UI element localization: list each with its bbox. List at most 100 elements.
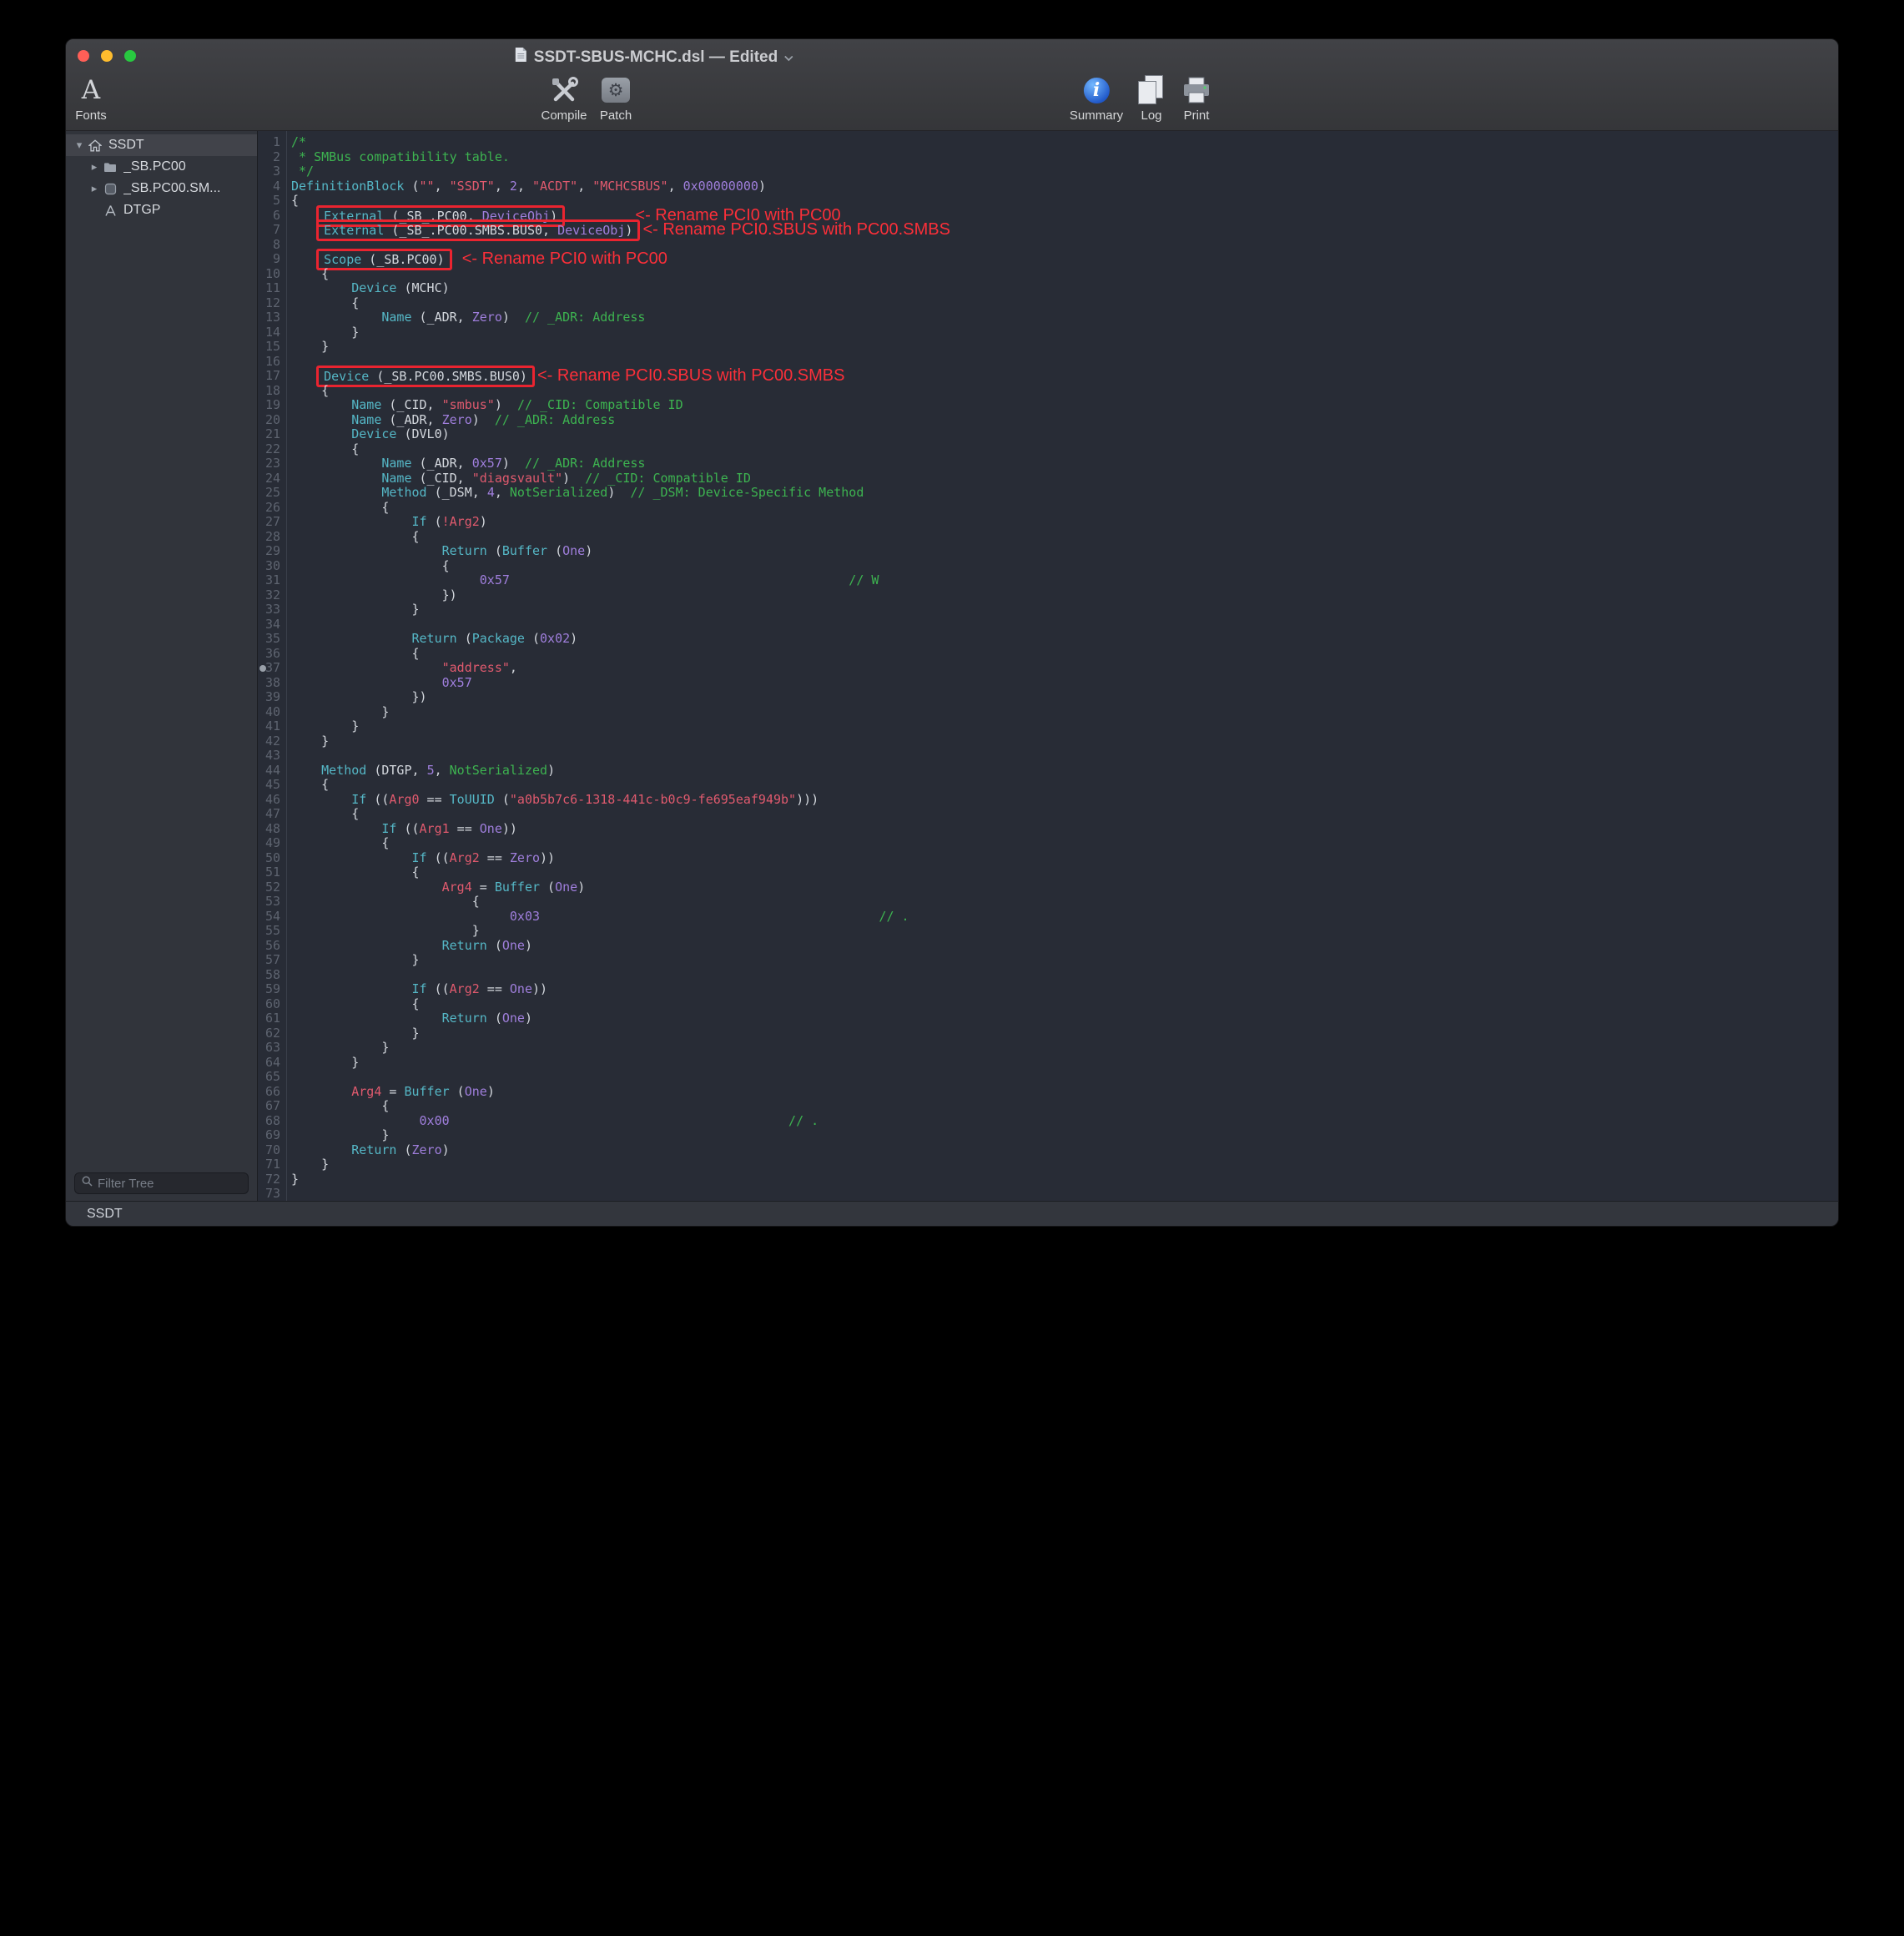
tree-item-SB-PC00-SM[interactable]: ▸_SB.PC00.SM...: [66, 178, 257, 199]
code-token: (: [487, 938, 502, 953]
code-text: Name (_CID, "smbus") // _CID: Compatible…: [286, 398, 683, 413]
code-text: [286, 749, 291, 764]
patch-button[interactable]: ⚙ Patch: [589, 74, 642, 123]
code-token: [291, 543, 442, 558]
tree-item-SSDT[interactable]: ▾SSDT: [66, 134, 257, 156]
disclosure-down-icon[interactable]: ▾: [73, 139, 86, 152]
line-number: 20: [258, 413, 286, 428]
fonts-button[interactable]: A Fonts: [65, 74, 118, 123]
document-icon: [515, 47, 527, 68]
line-number: 62: [258, 1026, 286, 1041]
line-number: 28: [258, 530, 286, 545]
code-text: Scope (_SB.PC00) <- Rename PCI0 with PC0…: [286, 252, 667, 267]
code-line: 69 }: [258, 1128, 1838, 1143]
code-line: 48 If ((Arg1 == One)): [258, 822, 1838, 837]
code-text: Name (_ADR, Zero) // _ADR: Address: [286, 413, 615, 428]
code-token: Name: [351, 397, 381, 412]
code-token: Arg1: [420, 821, 450, 836]
code-token: }: [291, 339, 329, 354]
title-chevron-down-icon[interactable]: [784, 48, 793, 67]
filter-tree-input[interactable]: [98, 1177, 241, 1191]
code-token: {: [291, 500, 389, 515]
code-token: [447, 252, 462, 267]
code-token: !Arg2: [442, 514, 480, 529]
line-number: 34: [258, 618, 286, 633]
code-token: If: [381, 821, 396, 836]
disclosure-right-icon[interactable]: ▸: [88, 160, 101, 174]
print-label: Print: [1184, 108, 1210, 123]
code-text: {: [286, 442, 359, 457]
code-token: ,: [435, 763, 450, 778]
code-token: ((: [427, 850, 450, 865]
code-token: [291, 397, 351, 412]
code-line: 23 Name (_ADR, 0x57) // _ADR: Address: [258, 456, 1838, 471]
code-token: ): [625, 223, 632, 238]
code-text: "address",: [286, 661, 517, 676]
code-line: 18 {: [258, 384, 1838, 399]
code-line: 38 0x57: [258, 676, 1838, 691]
tree-item-SB-PC00[interactable]: ▸_SB.PC00: [66, 156, 257, 178]
code-token: 0x57: [472, 456, 502, 471]
code-token: ): [562, 471, 585, 486]
disclosure-right-icon[interactable]: ▸: [88, 182, 101, 195]
line-number: 39: [258, 690, 286, 705]
line-number: 10: [258, 267, 286, 282]
code-text: 0x03 // .: [286, 910, 909, 925]
line-number: 59: [258, 982, 286, 997]
code-line: 64 }: [258, 1056, 1838, 1071]
code-token: Arg0: [389, 792, 419, 807]
code-text: {: [286, 296, 359, 311]
line-number: 46: [258, 793, 286, 808]
code-token: }: [291, 1127, 389, 1142]
code-text: Device (DVL0): [286, 427, 450, 442]
filter-field[interactable]: [74, 1172, 249, 1194]
method-icon: [101, 204, 119, 217]
code-text: {: [286, 836, 389, 851]
line-number: 68: [258, 1114, 286, 1129]
code-token: {: [291, 441, 359, 456]
code-token: 0x57: [480, 572, 510, 587]
code-token: Zero: [472, 310, 502, 325]
code-line: 63 }: [258, 1041, 1838, 1056]
line-number: 48: [258, 822, 286, 837]
code-editor[interactable]: 1/*2 * SMBus compatibility table.3 */4De…: [258, 131, 1838, 1201]
code-token: Zero: [442, 412, 472, 427]
summary-label: Summary: [1070, 108, 1123, 123]
code-token: // _ADR: Address: [525, 310, 646, 325]
code-token: [291, 850, 412, 865]
code-token: [291, 1113, 420, 1128]
compile-button[interactable]: Compile: [537, 74, 591, 123]
code-token: ): [472, 412, 495, 427]
code-line: 4DefinitionBlock ("", "SSDT", 2, "ACDT",…: [258, 179, 1838, 194]
code-token: }: [291, 602, 420, 617]
summary-button[interactable]: i Summary: [1070, 74, 1123, 123]
print-button[interactable]: Print: [1170, 74, 1223, 123]
code-token: {: [291, 193, 299, 208]
line-number: 56: [258, 939, 286, 954]
line-number: 21: [258, 427, 286, 442]
line-number: 16: [258, 355, 286, 370]
code-token: 0x00: [420, 1113, 450, 1128]
code-text: }: [286, 719, 359, 734]
code-line: 50 If ((Arg2 == Zero)): [258, 851, 1838, 866]
code-text: * SMBus compatibility table.: [286, 150, 510, 165]
code-text: }: [286, 602, 420, 618]
code-token: Name: [351, 412, 381, 427]
code-token: [291, 471, 381, 486]
zoom-button[interactable]: [124, 50, 136, 62]
minimize-button[interactable]: [101, 50, 113, 62]
code-line: 70 Return (Zero): [258, 1143, 1838, 1158]
code-token: {: [291, 1098, 389, 1113]
code-token: // W: [849, 572, 879, 587]
code-line: 49 {: [258, 836, 1838, 851]
code-token: ): [758, 179, 766, 194]
code-token: // .: [879, 909, 909, 924]
close-button[interactable]: [78, 50, 89, 62]
line-number: 57: [258, 953, 286, 968]
tree-item-DTGP[interactable]: DTGP: [66, 199, 257, 221]
code-token: }: [291, 718, 359, 734]
code-token: [291, 412, 351, 427]
code-text: */: [286, 164, 314, 179]
line-number: 1: [258, 135, 286, 150]
code-text: {: [286, 384, 329, 399]
